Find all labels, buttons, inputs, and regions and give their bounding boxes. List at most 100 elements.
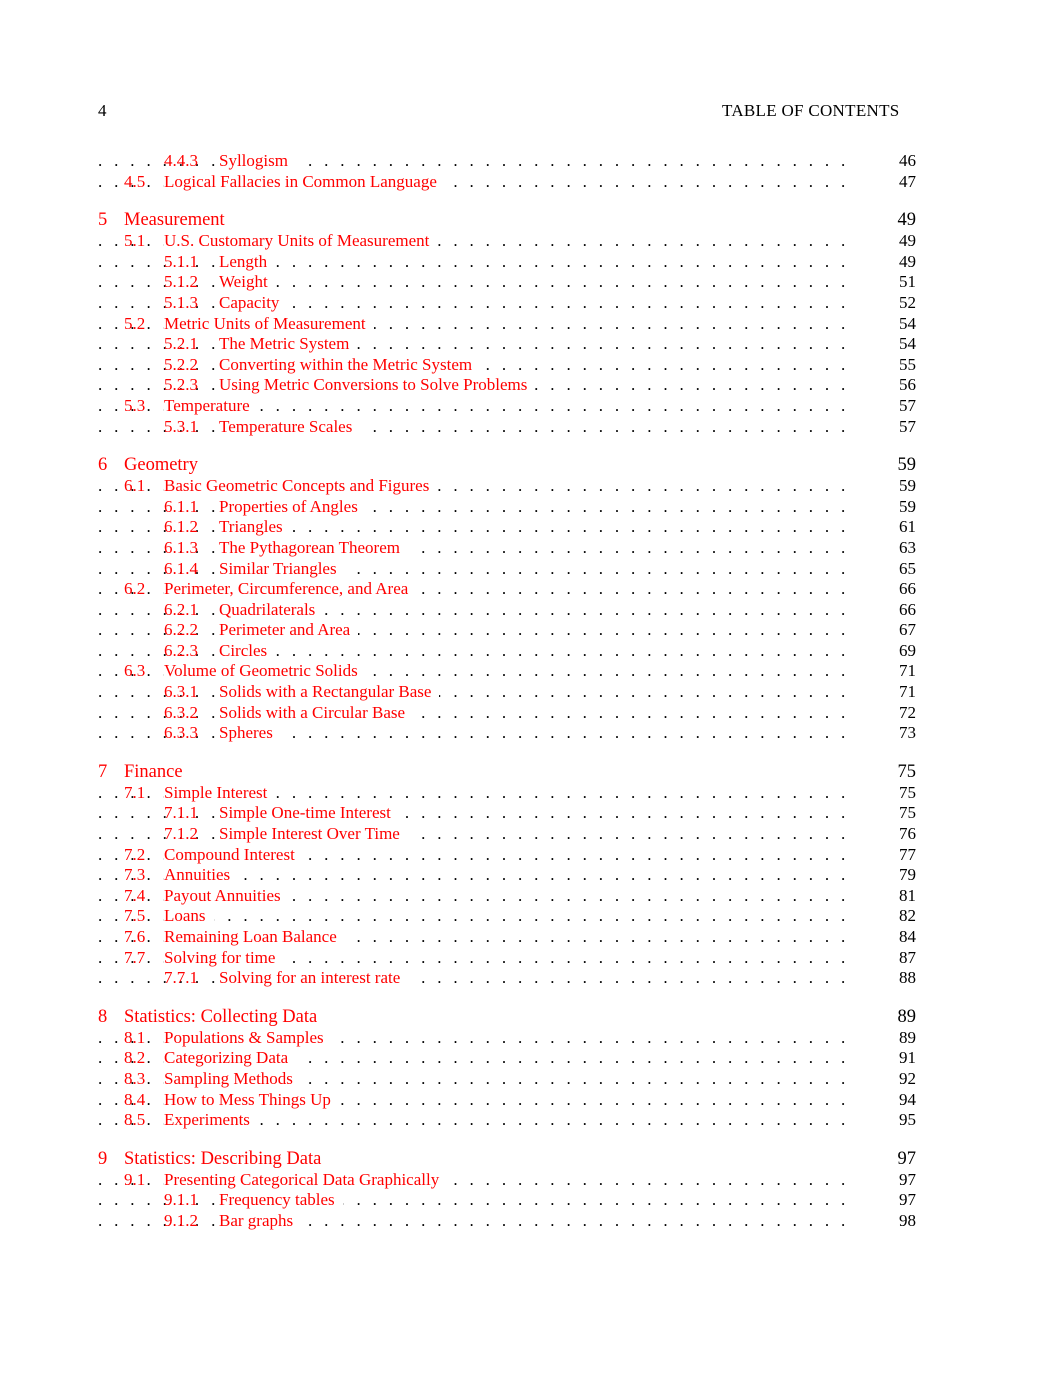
- toc-subsection-entry[interactable]: . . . . . . . . . . . . . . . . . . . . …: [98, 803, 916, 825]
- toc-subsection-entry[interactable]: . . . . . . . . . . . . . . . . . . . . …: [98, 620, 916, 641]
- toc-entry-title-link[interactable]: Remaining Loan Balance: [164, 927, 345, 948]
- toc-entry-number-link[interactable]: 6.3.2: [164, 703, 198, 724]
- toc-entry-number-link[interactable]: 8.3: [124, 1069, 145, 1090]
- toc-entry-title-link[interactable]: Statistics: Describing Data: [124, 1147, 330, 1170]
- toc-section-entry[interactable]: . . . . . . . . . . . . . . . . . . . . …: [98, 1048, 916, 1069]
- toc-entry-title-link[interactable]: Basic Geometric Concepts and Figures: [164, 476, 438, 497]
- toc-chapter-entry[interactable]: 7 Finance 75: [98, 760, 916, 783]
- toc-section-entry[interactable]: . . . . . . . . . . . . . . . . . . . . …: [98, 1027, 916, 1049]
- toc-entry-number-link[interactable]: 8.2: [124, 1048, 145, 1069]
- toc-subsection-entry[interactable]: . . . . . . . . . . . . . . . . . . . . …: [98, 968, 916, 989]
- toc-subsection-entry[interactable]: . . . . . . . . . . . . . . . . . . . . …: [98, 151, 916, 172]
- toc-entry-title-link[interactable]: Triangles: [219, 517, 291, 538]
- toc-entry-title-link[interactable]: Compound Interest: [164, 844, 303, 866]
- toc-entry-title-link[interactable]: Solving for time: [164, 947, 284, 969]
- toc-section-entry[interactable]: . . . . . . . . . . . . . . . . . . . . …: [98, 844, 916, 866]
- toc-subsection-entry[interactable]: . . . . . . . . . . . . . . . . . . . . …: [98, 1190, 916, 1211]
- toc-entry-number-link[interactable]: 6.1.2: [164, 517, 198, 538]
- toc-entry-number-link[interactable]: 5.3: [124, 396, 145, 417]
- toc-entry-number-link[interactable]: 5.1.3: [164, 293, 198, 314]
- toc-chapter-entry[interactable]: 8 Statistics: Collecting Data 89: [98, 1005, 916, 1028]
- toc-entry-number-link[interactable]: 5.1.1: [164, 252, 198, 273]
- toc-entry-title-link[interactable]: Temperature Scales: [219, 416, 361, 438]
- toc-entry-number-link[interactable]: 7.1.2: [164, 824, 198, 845]
- toc-section-entry[interactable]: . . . . . . . . . . . . . . . . . . . . …: [98, 947, 916, 969]
- toc-entry-number-link[interactable]: 5: [98, 209, 107, 231]
- toc-entry-number-link[interactable]: 5.2.3: [164, 375, 198, 396]
- toc-entry-number-link[interactable]: 7.3: [124, 865, 145, 886]
- toc-entry-title-link[interactable]: Populations & Samples: [164, 1027, 332, 1049]
- toc-section-entry[interactable]: . . . . . . . . . . . . . . . . . . . . …: [98, 231, 916, 252]
- toc-subsection-entry[interactable]: . . . . . . . . . . . . . . . . . . . . …: [98, 334, 916, 355]
- toc-entry-title-link[interactable]: Sampling Methods: [164, 1068, 301, 1090]
- toc-entry-title-link[interactable]: Solids with a Circular Base: [219, 702, 414, 724]
- toc-chapter-entry[interactable]: 5 Measurement 49: [98, 209, 916, 232]
- toc-entry-title-link[interactable]: Capacity: [219, 292, 288, 314]
- toc-entry-title-link[interactable]: Converting within the Metric System: [219, 354, 481, 376]
- toc-entry-number-link[interactable]: 7.4: [124, 886, 145, 907]
- toc-entry-number-link[interactable]: 6.1.3: [164, 538, 198, 559]
- toc-entry-number-link[interactable]: 5.2.2: [164, 355, 198, 376]
- toc-entry-number-link[interactable]: 9: [98, 1148, 107, 1170]
- toc-section-entry[interactable]: . . . . . . . . . . . . . . . . . . . . …: [98, 782, 916, 804]
- toc-entry-number-link[interactable]: 6.3: [124, 661, 145, 682]
- toc-entry-title-link[interactable]: Syllogism: [219, 151, 296, 172]
- toc-entry-title-link[interactable]: Annuities: [164, 865, 239, 886]
- toc-entry-title-link[interactable]: Measurement: [124, 209, 233, 232]
- toc-entry-number-link[interactable]: 6.2.2: [164, 620, 198, 641]
- toc-entry-title-link[interactable]: Circles: [219, 640, 276, 662]
- toc-entry-number-link[interactable]: 7.7: [124, 948, 145, 969]
- toc-section-entry[interactable]: . . . . . . . . . . . . . . . . . . . . …: [98, 661, 916, 683]
- toc-entry-title-link[interactable]: Statistics: Collecting Data: [124, 1005, 326, 1028]
- toc-entry-title-link[interactable]: Simple Interest: [164, 782, 276, 804]
- toc-entry-number-link[interactable]: 8.4: [124, 1090, 145, 1111]
- toc-entry-number-link[interactable]: 5.1: [124, 231, 145, 252]
- toc-entry-number-link[interactable]: 7: [98, 761, 107, 783]
- toc-entry-number-link[interactable]: 7.2: [124, 845, 145, 866]
- toc-entry-title-link[interactable]: Frequency tables: [219, 1190, 343, 1211]
- toc-subsection-entry[interactable]: . . . . . . . . . . . . . . . . . . . . …: [98, 517, 916, 538]
- toc-entry-number-link[interactable]: 7.5: [124, 906, 145, 927]
- toc-entry-title-link[interactable]: Metric Units of Measurement: [164, 313, 374, 335]
- toc-entry-title-link[interactable]: Solving for an interest rate: [219, 968, 409, 989]
- toc-entry-title-link[interactable]: Logical Fallacies in Common Language: [164, 171, 445, 193]
- toc-entry-title-link[interactable]: Bar graphs: [219, 1210, 302, 1232]
- toc-entry-title-link[interactable]: Presenting Categorical Data Graphically: [164, 1169, 448, 1191]
- toc-subsection-entry[interactable]: . . . . . . . . . . . . . . . . . . . . …: [98, 416, 916, 438]
- toc-section-entry[interactable]: . . . . . . . . . . . . . . . . . . . . …: [98, 313, 916, 335]
- toc-subsection-entry[interactable]: . . . . . . . . . . . . . . . . . . . . …: [98, 682, 916, 703]
- toc-entry-number-link[interactable]: 7.1.1: [164, 803, 198, 824]
- toc-section-entry[interactable]: . . . . . . . . . . . . . . . . . . . . …: [98, 1169, 916, 1191]
- toc-section-entry[interactable]: . . . . . . . . . . . . . . . . . . . . …: [98, 1068, 916, 1090]
- toc-section-entry[interactable]: . . . . . . . . . . . . . . . . . . . . …: [98, 906, 916, 927]
- toc-section-entry[interactable]: . . . . . . . . . . . . . . . . . . . . …: [98, 171, 916, 193]
- toc-entry-title-link[interactable]: Solids with a Rectangular Base: [219, 682, 440, 703]
- toc-subsection-entry[interactable]: . . . . . . . . . . . . . . . . . . . . …: [98, 537, 916, 559]
- toc-entry-number-link[interactable]: 9.1: [124, 1170, 145, 1191]
- toc-entry-number-link[interactable]: 6.1: [124, 476, 145, 497]
- toc-subsection-entry[interactable]: . . . . . . . . . . . . . . . . . . . . …: [98, 723, 916, 744]
- toc-entry-title-link[interactable]: Using Metric Conversions to Solve Proble…: [219, 375, 536, 396]
- toc-entry-number-link[interactable]: 9.1.2: [164, 1211, 198, 1232]
- toc-entry-number-link[interactable]: 6.3.3: [164, 723, 198, 744]
- toc-entry-title-link[interactable]: Simple One-time Interest: [219, 803, 399, 825]
- toc-entry-title-link[interactable]: The Pythagorean Theorem: [219, 537, 408, 559]
- toc-entry-title-link[interactable]: Quadrilaterals: [219, 599, 324, 621]
- toc-entry-title-link[interactable]: Weight: [219, 272, 276, 293]
- toc-section-entry[interactable]: . . . . . . . . . . . . . . . . . . . . …: [98, 865, 916, 886]
- toc-entry-number-link[interactable]: 4.5: [124, 172, 145, 193]
- toc-entry-title-link[interactable]: Categorizing Data: [164, 1048, 297, 1069]
- toc-entry-number-link[interactable]: 6.1.1: [164, 497, 198, 518]
- toc-entry-title-link[interactable]: Perimeter and Area: [219, 620, 359, 641]
- toc-entry-number-link[interactable]: 8: [98, 1006, 107, 1028]
- toc-entry-title-link[interactable]: Properties of Angles: [219, 496, 366, 518]
- toc-entry-title-link[interactable]: U.S. Customary Units of Measurement: [164, 231, 438, 252]
- toc-section-entry[interactable]: . . . . . . . . . . . . . . . . . . . . …: [98, 927, 916, 948]
- toc-entry-number-link[interactable]: 6.2.3: [164, 641, 198, 662]
- toc-entry-number-link[interactable]: 6.1.4: [164, 559, 198, 580]
- toc-entry-title-link[interactable]: Perimeter, Circumference, and Area: [164, 579, 417, 600]
- toc-entry-title-link[interactable]: Geometry: [124, 454, 206, 477]
- toc-section-entry[interactable]: . . . . . . . . . . . . . . . . . . . . …: [98, 579, 916, 600]
- toc-section-entry[interactable]: . . . . . . . . . . . . . . . . . . . . …: [98, 395, 916, 417]
- toc-entry-title-link[interactable]: The Metric System: [219, 334, 358, 355]
